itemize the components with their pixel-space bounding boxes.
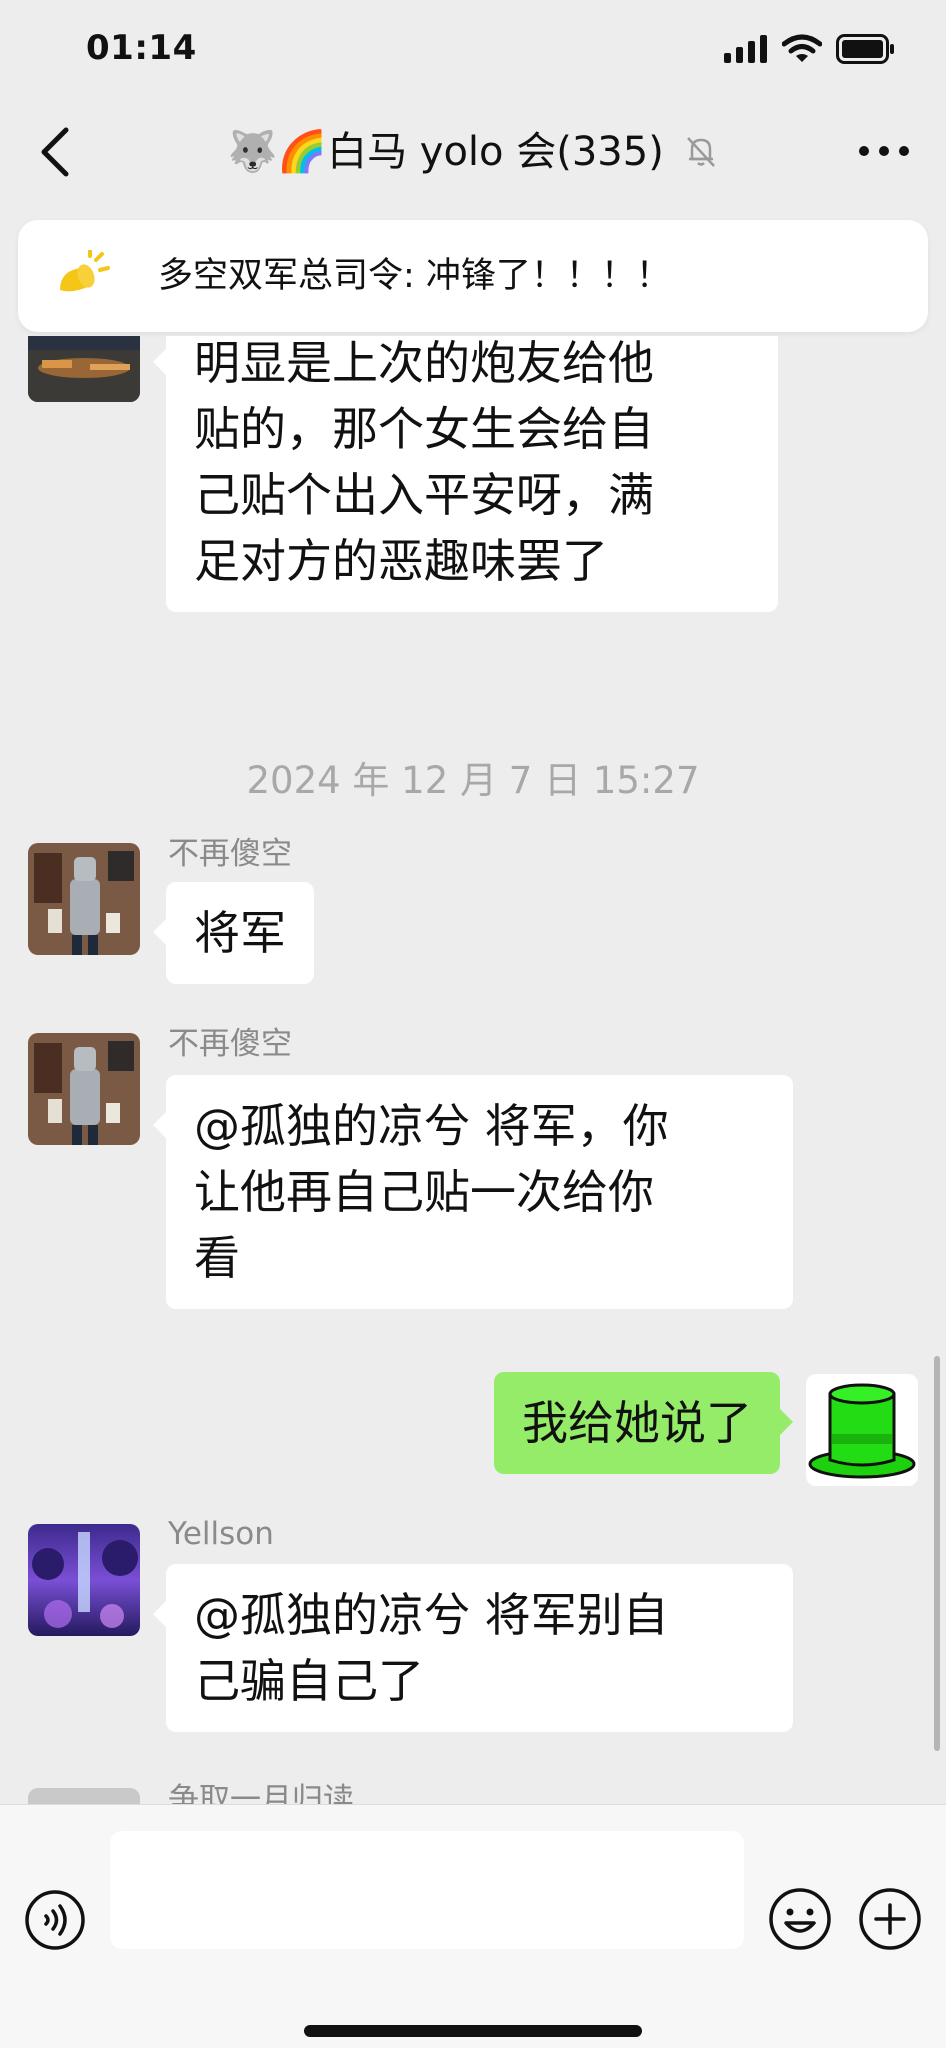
message-text: 我给她说了	[522, 1396, 752, 1450]
title-emoji: 🐺🌈	[227, 129, 328, 175]
battery-icon	[836, 34, 894, 64]
message-bubble[interactable]: @孤独的凉兮 将军别自 己骗自己了	[153, 1564, 793, 1732]
plus-button[interactable]	[858, 1887, 922, 1951]
wifi-icon	[782, 34, 822, 62]
self-avatar[interactable]	[806, 1374, 918, 1486]
message-input[interactable]	[110, 1831, 744, 1949]
more-button[interactable]	[854, 126, 914, 176]
message-text: 明显是上次的炮友给他 贴的，那个女生会给自 己贴个出入平安呀，满 足对方的恶趣味…	[194, 336, 654, 588]
group-name: 白马 yolo 会	[327, 129, 557, 175]
message-text: 将军	[194, 906, 286, 960]
pinned-text: 多空双军总司令: 冲锋了！！！！	[158, 256, 671, 296]
pinned-announcement[interactable]: 多空双军总司令: 冲锋了！！！！	[18, 220, 928, 332]
input-bar	[0, 1804, 946, 2048]
sender-name: 争取一月归读	[168, 1782, 354, 1804]
avatar-image	[28, 336, 140, 402]
signal-icon	[724, 35, 767, 63]
message-bubble[interactable]: @孤独的凉兮 将军，你 让他再自己贴一次给你 看	[153, 1075, 793, 1309]
voice-icon	[25, 1890, 85, 1950]
status-icons	[724, 34, 896, 64]
avatar[interactable]	[28, 1033, 140, 1145]
sender-name: Yellson	[168, 1516, 274, 1552]
nav-bar: 🐺🌈白马 yolo 会(335)	[0, 100, 946, 210]
sender-name: 不再傻空	[168, 1026, 292, 1062]
message-bubble-self[interactable]: 我给她说了	[494, 1372, 793, 1474]
avatar-image	[28, 843, 140, 955]
emoji-button[interactable]	[768, 1887, 832, 1951]
emoji-icon	[769, 1888, 831, 1950]
avatar[interactable]	[28, 1788, 140, 1804]
avatar[interactable]	[28, 1524, 140, 1636]
avatar-image	[28, 1524, 140, 1636]
green-hat-icon	[806, 1374, 918, 1486]
avatar-image	[28, 1033, 140, 1145]
voice-button[interactable]	[24, 1889, 86, 1951]
message-text: @孤独的凉兮 将军别自 己骗自己了	[194, 1588, 669, 1708]
plus-icon	[859, 1888, 921, 1950]
status-time: 01:14	[86, 28, 197, 68]
avatar[interactable]	[28, 336, 140, 402]
home-indicator[interactable]	[304, 2025, 642, 2037]
mute-bell-icon	[686, 137, 715, 167]
chat-area[interactable]: 明显是上次的炮友给他 贴的，那个女生会给自 己贴个出入平安呀，满 足对方的恶趣味…	[0, 336, 946, 1804]
message-bubble[interactable]: 明显是上次的炮友给他 贴的，那个女生会给自 己贴个出入平安呀，满 足对方的恶趣味…	[153, 336, 778, 612]
avatar[interactable]	[28, 843, 140, 955]
scrollbar[interactable]	[934, 1356, 940, 1751]
timestamp: 2024 年 12 月 7 日 15:27	[246, 759, 700, 802]
announcement-icon	[60, 250, 110, 292]
sender-name: 不再傻空	[168, 836, 292, 872]
member-count: (335)	[556, 129, 664, 175]
chat-title[interactable]: 🐺🌈白马 yolo 会(335)	[0, 122, 946, 182]
more-dots-icon	[859, 146, 909, 156]
message-bubble[interactable]: 将军	[153, 882, 314, 984]
status-bar: 01:14	[0, 0, 946, 100]
message-text: @孤独的凉兮 将军，你 让他再自己贴一次给你 看	[194, 1099, 669, 1285]
